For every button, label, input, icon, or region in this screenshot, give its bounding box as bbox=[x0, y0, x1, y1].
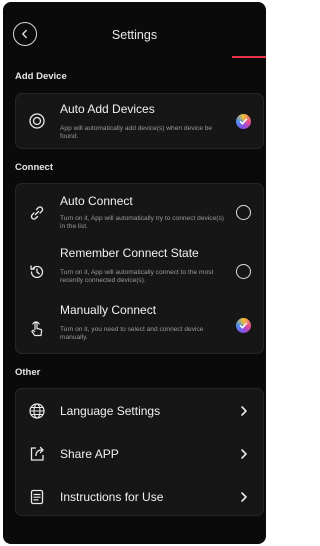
manually-connect-desc: Turn on it, you need to select and conne… bbox=[60, 326, 204, 341]
connect-card: Auto Connect Turn on it, App will automa… bbox=[15, 183, 264, 354]
remember-connect-state-desc: Turn on it, App will automatically conne… bbox=[60, 269, 214, 284]
section-connect: Connect bbox=[15, 162, 53, 173]
document-icon bbox=[28, 488, 46, 506]
remember-connect-state-row[interactable]: Remember Connect State Turn on it, App w… bbox=[16, 240, 263, 296]
share-icon bbox=[28, 445, 46, 463]
auto-add-devices-check[interactable] bbox=[236, 114, 251, 129]
instructions-label: Instructions for Use bbox=[60, 490, 164, 504]
chevron-right-icon bbox=[241, 449, 247, 459]
language-settings-row[interactable]: Language Settings bbox=[16, 389, 263, 431]
chevron-right-icon bbox=[241, 492, 247, 502]
checkmark-icon bbox=[239, 322, 248, 329]
settings-screen: Settings Add Device Auto Add Devices App… bbox=[3, 2, 266, 544]
auto-connect-radio[interactable] bbox=[236, 205, 251, 220]
auto-connect-desc: Turn on it, App will automatically try t… bbox=[60, 215, 224, 230]
auto-add-devices-label: Auto Add Devices bbox=[60, 102, 155, 116]
instructions-row[interactable]: Instructions for Use bbox=[16, 475, 263, 517]
auto-connect-row[interactable]: Auto Connect Turn on it, App will automa… bbox=[16, 184, 263, 238]
manually-connect-row[interactable]: Manually Connect Turn on it, you need to… bbox=[16, 298, 263, 354]
tap-hand-icon bbox=[28, 320, 46, 338]
accent-line bbox=[232, 56, 266, 58]
share-app-label: Share APP bbox=[60, 447, 119, 461]
link-icon bbox=[28, 204, 46, 222]
section-add-device: Add Device bbox=[15, 71, 67, 82]
auto-connect-label: Auto Connect bbox=[60, 194, 133, 208]
page-title: Settings bbox=[111, 28, 158, 42]
remember-connect-state-label: Remember Connect State bbox=[60, 246, 199, 260]
other-card: Language Settings Share APP Instructions… bbox=[15, 388, 264, 516]
language-settings-label: Language Settings bbox=[60, 404, 161, 418]
chevron-right-icon bbox=[241, 406, 247, 416]
history-icon bbox=[28, 263, 46, 281]
checkmark-icon bbox=[239, 118, 248, 125]
globe-icon bbox=[28, 402, 46, 420]
manually-connect-check[interactable] bbox=[236, 318, 251, 333]
header: Settings bbox=[3, 2, 266, 58]
remember-connect-state-radio[interactable] bbox=[236, 264, 251, 279]
auto-add-devices-desc: App will automatically add device(s) whe… bbox=[60, 125, 213, 140]
manually-connect-label: Manually Connect bbox=[60, 303, 157, 317]
section-other: Other bbox=[15, 367, 41, 378]
add-device-card: Auto Add Devices App will automatically … bbox=[15, 93, 264, 149]
auto-add-devices-row[interactable]: Auto Add Devices App will automatically … bbox=[16, 94, 263, 150]
eye-icon bbox=[28, 112, 46, 130]
share-app-row[interactable]: Share APP bbox=[16, 432, 263, 474]
